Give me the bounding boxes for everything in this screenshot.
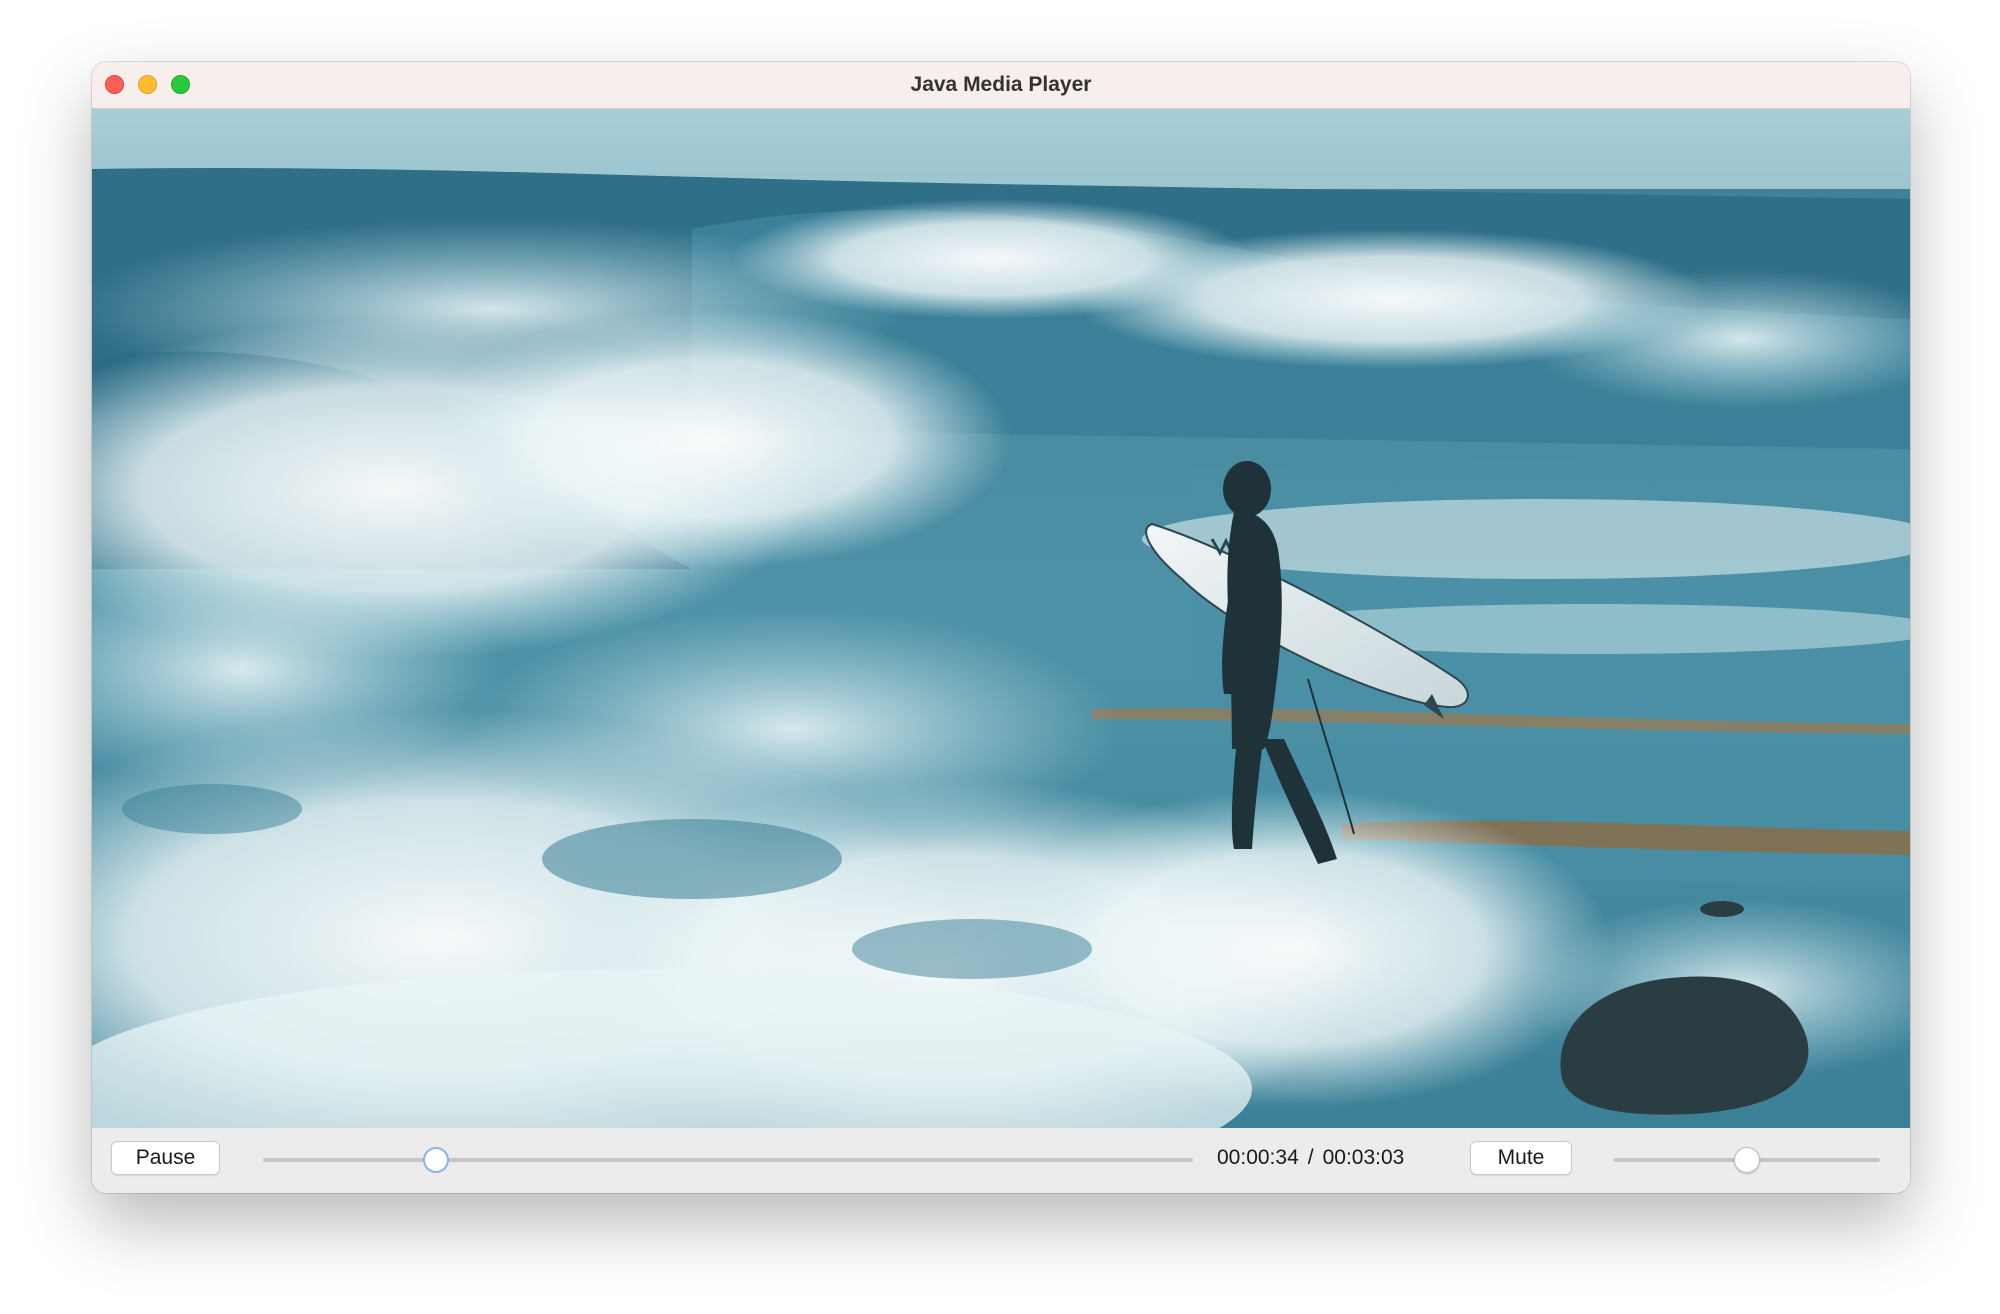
total-time: 00:03:03: [1322, 1146, 1405, 1169]
seek-slider[interactable]: [263, 1158, 1193, 1162]
current-time: 00:00:34: [1217, 1146, 1299, 1169]
video-frame[interactable]: [92, 109, 1910, 1128]
time-display: 00:00:34 / 00:03:03: [1217, 1141, 1457, 1175]
volume-slider-thumb[interactable]: [1734, 1147, 1760, 1173]
video-image: [92, 109, 1910, 1128]
media-player-window: Java Media Player Pause 00:00:34 / 00:03…: [92, 62, 1910, 1193]
pause-button[interactable]: Pause: [111, 1141, 220, 1175]
mute-button[interactable]: Mute: [1470, 1141, 1572, 1175]
window-title: Java Media Player: [910, 73, 1092, 96]
title-bar[interactable]: Java Media Player: [92, 62, 1910, 109]
playback-controls: Pause 00:00:34 / 00:03:03 Mute: [92, 1128, 1910, 1193]
time-separator: /: [1307, 1146, 1314, 1169]
seek-slider-thumb[interactable]: [422, 1147, 449, 1173]
